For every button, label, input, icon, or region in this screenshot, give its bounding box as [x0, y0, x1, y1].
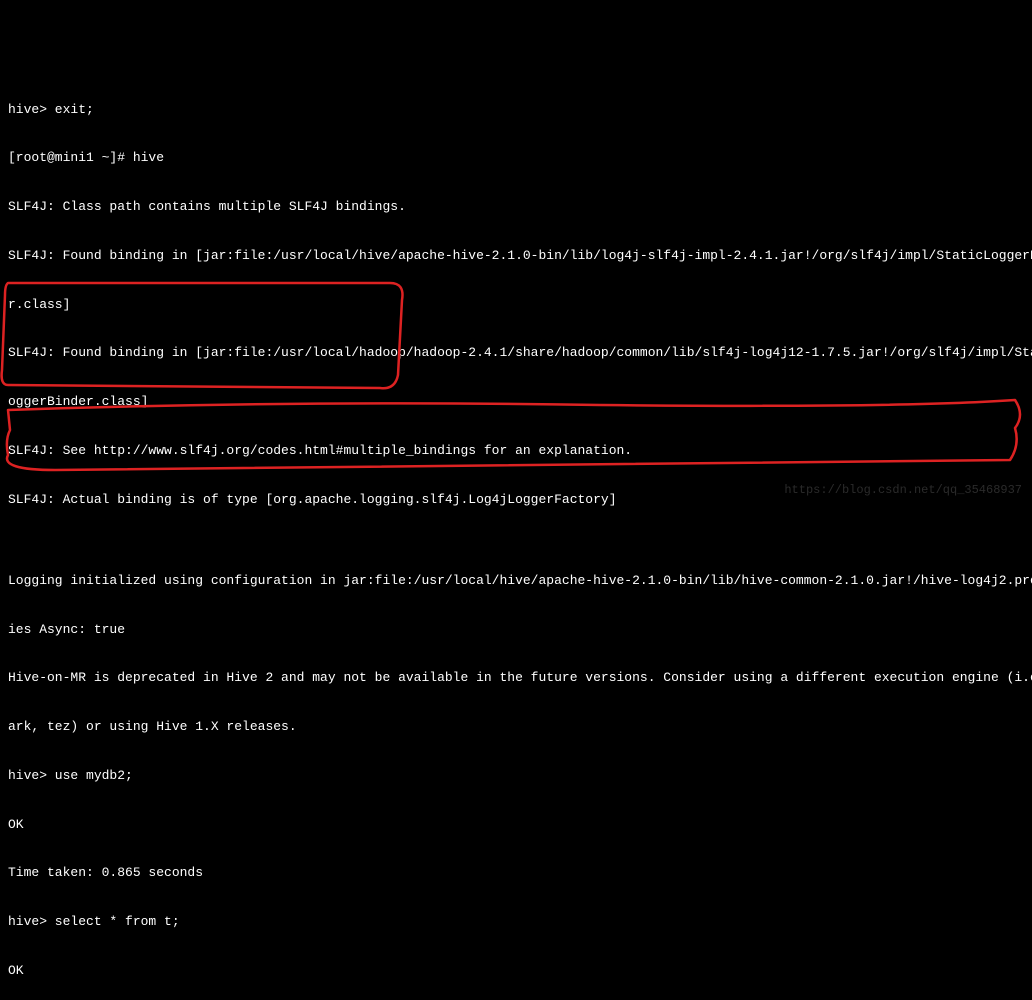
output-line: SLF4J: See http://www.slf4j.org/codes.ht…: [8, 443, 1024, 459]
output-line: hive> use mydb2;: [8, 768, 1024, 784]
output-line: ark, tez) or using Hive 1.X releases.: [8, 719, 1024, 735]
output-line: hive> select * from t;: [8, 914, 1024, 930]
output-line: Hive-on-MR is deprecated in Hive 2 and m…: [8, 670, 1024, 686]
output-line: Logging initialized using configuration …: [8, 573, 1024, 589]
output-line: SLF4J: Found binding in [jar:file:/usr/l…: [8, 345, 1024, 361]
watermark: https://blog.csdn.net/qq_35468937: [784, 483, 1022, 498]
output-line: OK: [8, 817, 1024, 833]
output-line: Time taken: 0.865 seconds: [8, 865, 1024, 881]
output-line: OK: [8, 963, 1024, 979]
output-line: r.class]: [8, 297, 1024, 313]
output-line: [root@mini1 ~]# hive: [8, 150, 1024, 166]
output-line: oggerBinder.class]: [8, 394, 1024, 410]
output-line: ies Async: true: [8, 622, 1024, 638]
terminal-output[interactable]: hive> exit; [root@mini1 ~]# hive SLF4J: …: [8, 69, 1024, 1000]
output-line: hive> exit;: [8, 102, 1024, 118]
output-line: SLF4J: Found binding in [jar:file:/usr/l…: [8, 248, 1024, 264]
output-line: SLF4J: Class path contains multiple SLF4…: [8, 199, 1024, 215]
